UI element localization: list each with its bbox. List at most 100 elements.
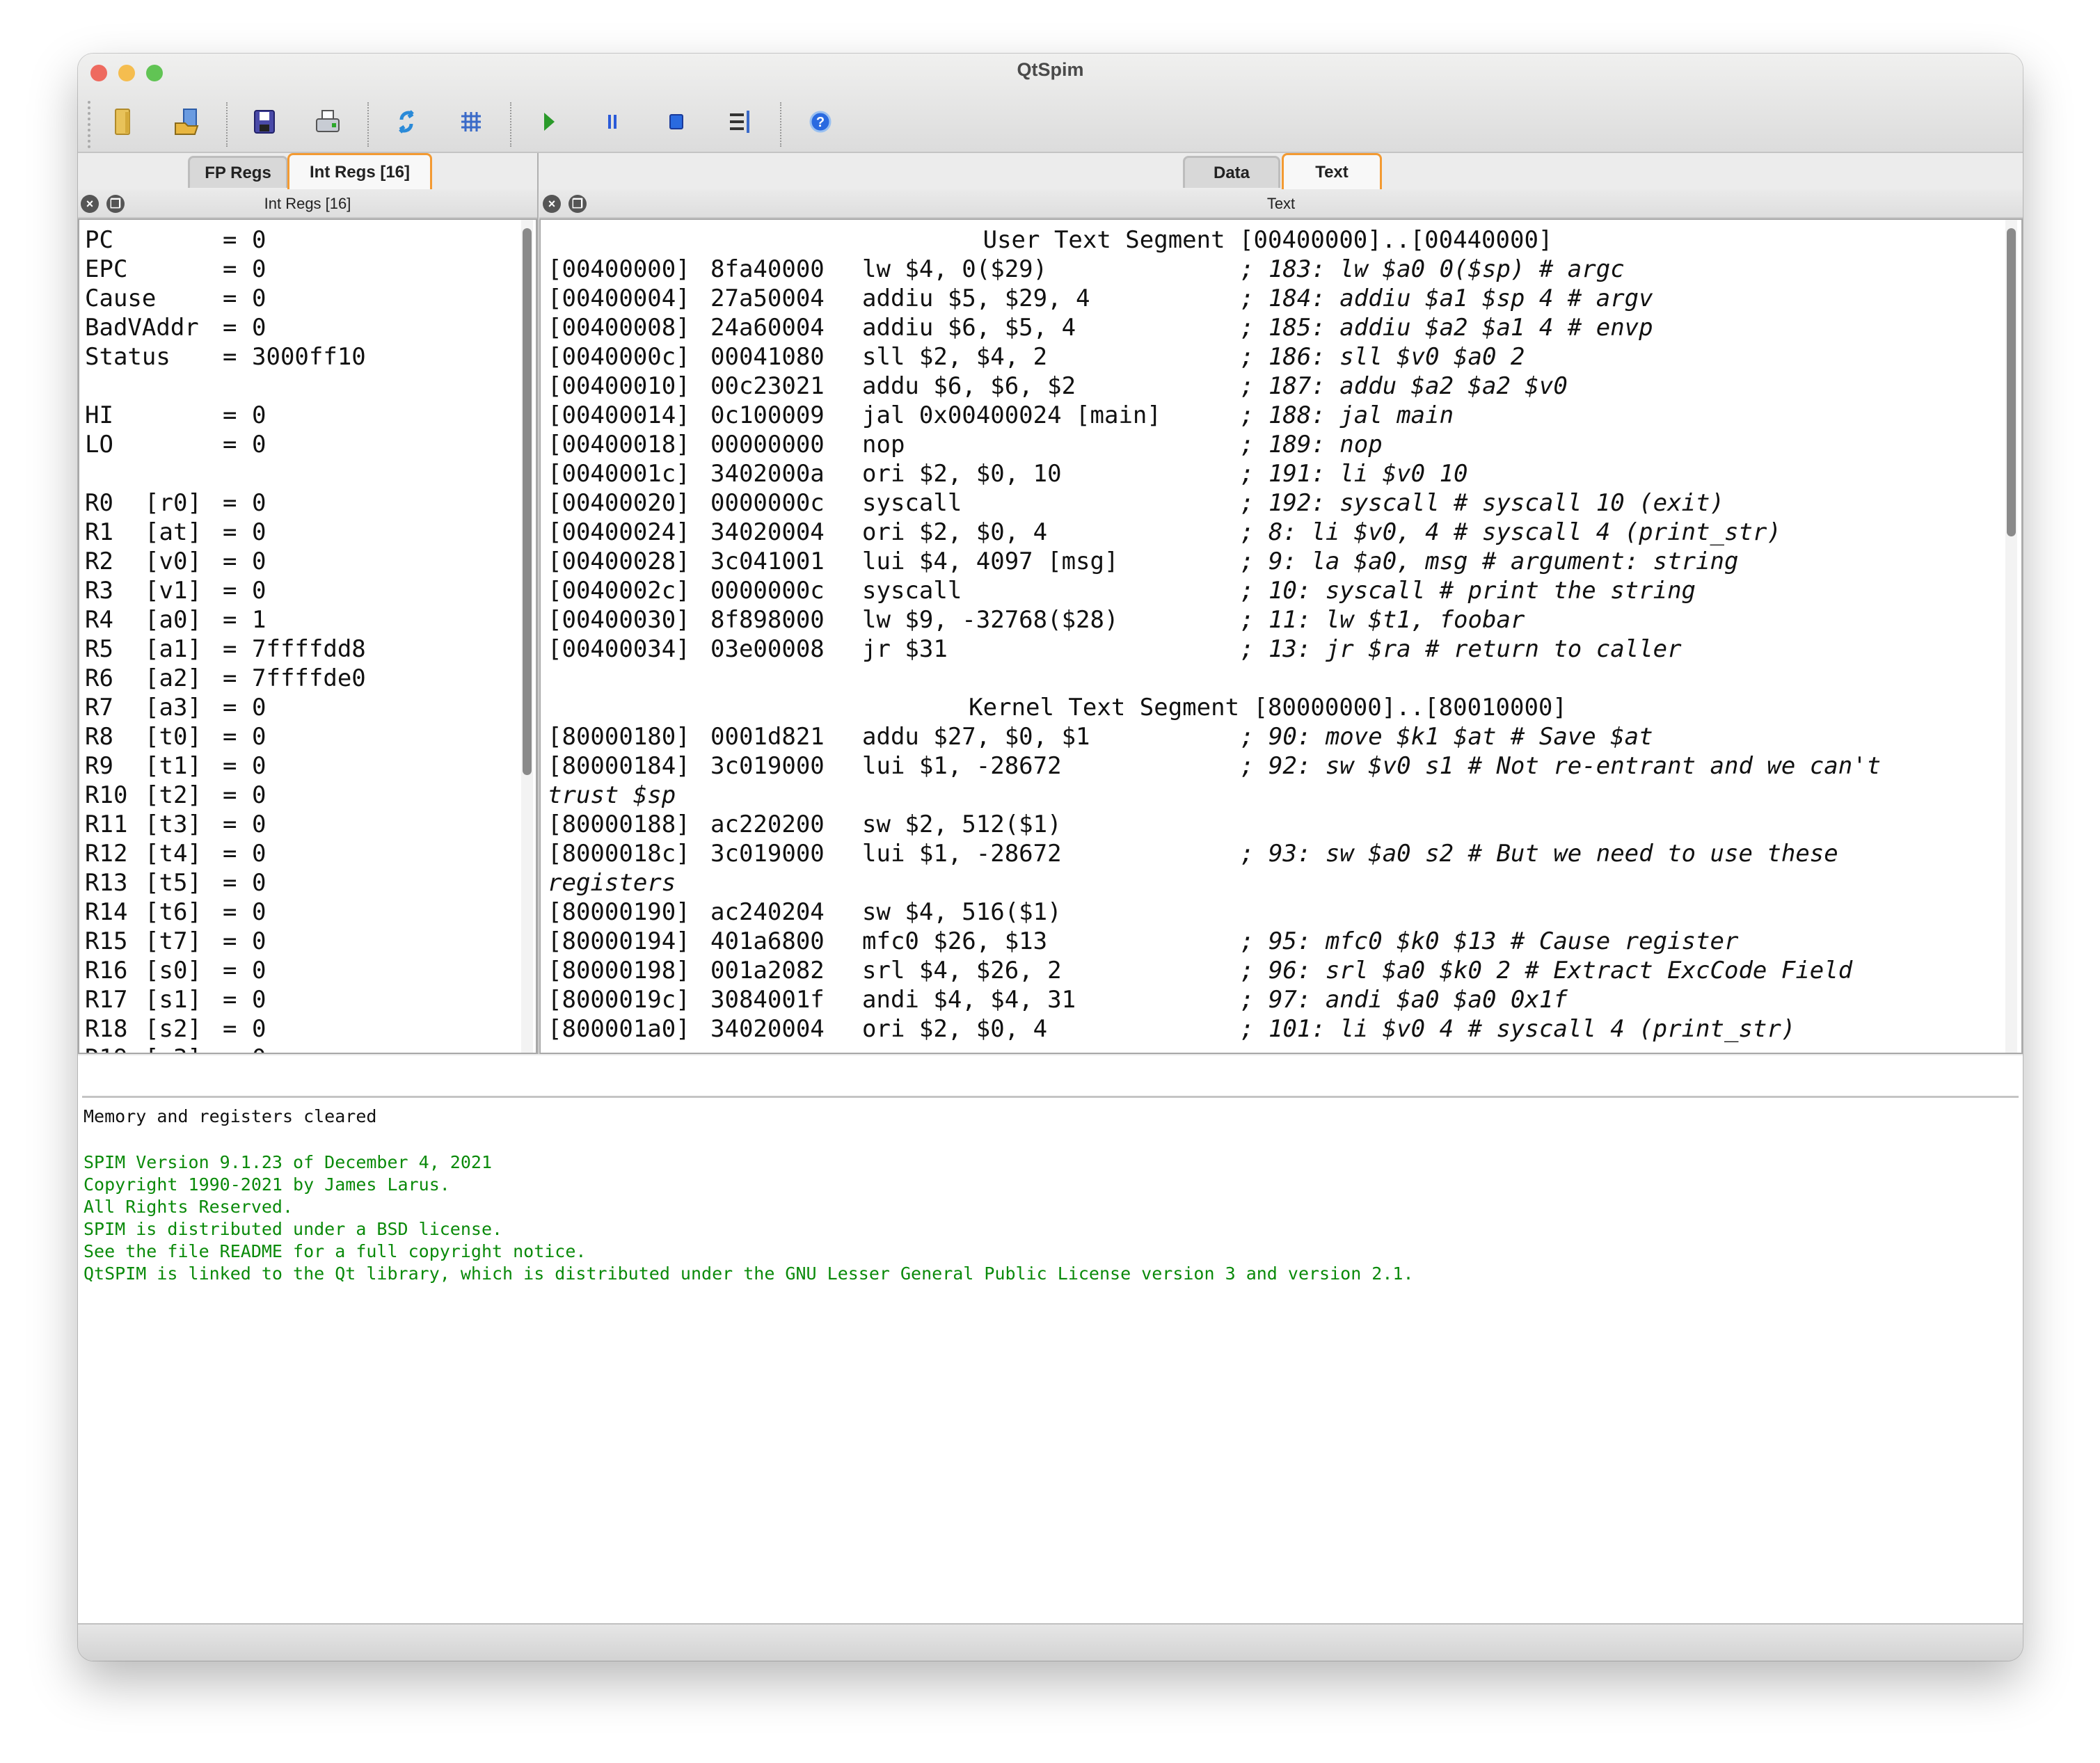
source-comment: ; 9: la $a0, msg # argument: string (1240, 548, 1739, 575)
register-equals: = (223, 869, 237, 897)
stop-icon[interactable] (662, 108, 690, 136)
register-row: R11 [t3] = 0 (79, 810, 518, 839)
help-icon[interactable]: ? (806, 108, 834, 136)
register-row: R3 [v1] = 0 (79, 576, 518, 605)
scrollbar-thumb[interactable] (2007, 228, 2016, 536)
text-line[interactable]: [00400020] 0000000c syscall ; 192: syscall … (541, 488, 1995, 518)
single-step-icon[interactable] (726, 108, 754, 136)
register-equals: = (223, 577, 237, 605)
tab-fp-regs[interactable]: FP Regs (188, 156, 288, 188)
tab-data[interactable]: Data (1183, 156, 1280, 188)
register-row: R18 [s2] = 0 (79, 1014, 518, 1044)
instruction-code: addu $27, $0, $1 (862, 723, 1090, 751)
register-name: R14 (85, 898, 128, 926)
instruction-hex: 3c041001 (710, 548, 825, 575)
register-value: 0 (252, 314, 267, 342)
load-file-icon[interactable] (109, 108, 137, 136)
tab-int-regs[interactable]: Int Regs [16] (287, 153, 432, 189)
text-line[interactable]: [800001a0] 34020004 ori $2, $0, 4 ; 101: li… (541, 1014, 1995, 1044)
register-name: R6 (85, 664, 113, 692)
register-alias: [t2] (145, 781, 202, 809)
text-line[interactable]: [80000194] 401a6800 mfc0 $26, $13 ; 95: mfc… (541, 927, 1995, 956)
register-equals: = (223, 314, 237, 342)
register-name: R7 (85, 694, 113, 721)
register-value: 0 (252, 1015, 267, 1043)
register-row: PC = 0 (79, 225, 518, 255)
register-name: LO (85, 431, 113, 458)
register-name: R16 (85, 957, 128, 984)
text-line[interactable]: [0040000c] 00041080 sll $2, $4, 2 ; 186: sl… (541, 342, 1995, 372)
text-line[interactable]: [00400030] 8f898000 lw $9, -32768($28) ; 11… (541, 605, 1995, 635)
source-comment: ; 93: sw $a0 s2 # But we need to use the… (1240, 840, 1838, 868)
register-name: Status (85, 343, 170, 371)
reinitialize-load-icon[interactable] (173, 108, 200, 136)
text-line[interactable]: [8000019c] 3084001f andi $4, $4, 31 ; 97: a… (541, 985, 1995, 1014)
text-line[interactable]: [00400024] 34020004 ori $2, $0, 4 ; 8: li $… (541, 518, 1995, 547)
text-line[interactable]: [80000188] ac220200 sw $2, 512($1) (541, 810, 1995, 839)
text-line[interactable]: [00400004] 27a50004 addiu $5, $29, 4 ; 184:… (541, 284, 1995, 313)
toolbar-grip[interactable] (88, 101, 90, 148)
clear-registers-icon[interactable] (457, 108, 485, 136)
save-log-icon[interactable] (250, 108, 278, 136)
pause-icon[interactable] (598, 108, 626, 136)
text-line[interactable]: [00400018] 00000000 nop ; 189: nop (541, 430, 1995, 459)
register-value: 3000ff10 (252, 343, 366, 371)
register-equals: = (223, 489, 237, 517)
scrollbar-thumb[interactable] (523, 228, 532, 775)
instruction-hex: 24a60004 (710, 314, 825, 342)
register-alias: [r0] (145, 489, 202, 517)
tab-text[interactable]: Text (1282, 153, 1382, 189)
text-line[interactable]: [80000180] 0001d821 addu $27, $0, $1 ; 90: … (541, 722, 1995, 751)
register-equals: = (223, 927, 237, 955)
instruction-address: [80000190] (548, 898, 690, 926)
register-value: 0 (252, 489, 267, 517)
register-alias: [s2] (145, 1015, 202, 1043)
register-name: R9 (85, 752, 113, 780)
text-line[interactable]: [80000184] 3c019000 lui $1, -28672 ; 92: sw… (541, 751, 1995, 781)
text-line[interactable]: [00400014] 0c100009 jal 0x00400024 [main];… (541, 401, 1995, 430)
pane-splitter[interactable] (537, 153, 539, 1054)
text-line[interactable]: [00400008] 24a60004 addiu $6, $5, 4 ; 185: … (541, 313, 1995, 342)
banner-line: SPIM is distributed under a BSD license. (83, 1219, 503, 1239)
instruction-hex: 34020004 (710, 1015, 825, 1043)
print-icon[interactable] (314, 108, 342, 136)
instruction-code: andi $4, $4, 31 (862, 986, 1076, 1014)
instruction-code: syscall (862, 489, 962, 517)
dock-title: Text (1266, 195, 1296, 212)
text-line[interactable]: [0040002c] 0000000c syscall ; 10: syscall #… (541, 576, 1995, 605)
register-name: BadVAddr (85, 314, 199, 342)
text-line[interactable]: [00400010] 00c23021 addu $6, $6, $2 ; 187: … (541, 372, 1995, 401)
text-line[interactable]: [00400000] 8fa40000 lw $4, 0($29) ; 183: lw… (541, 255, 1995, 284)
register-row: Status = 3000ff10 (79, 342, 518, 372)
text-line[interactable]: [00400028] 3c041001 lui $4, 4097 [msg] ; 9:… (541, 547, 1995, 576)
text-line[interactable]: [80000198] 001a2082 srl $4, $26, 2 ; 96: sr… (541, 956, 1995, 985)
text-line[interactable]: [0040001c] 3402000a ori $2, $0, 10 ; 191: l… (541, 459, 1995, 488)
text-dock-titlebar: × ❐ Text (539, 189, 2023, 218)
register-value: 0 (252, 431, 267, 458)
text-line[interactable]: [8000018c] 3c019000 lui $1, -28672 ; 93: sw… (541, 839, 1995, 868)
source-comment: ; 96: srl $a0 $k0 2 # Extract ExcCode Fi… (1240, 957, 1853, 984)
register-row: R4 [a0] = 1 (79, 605, 518, 635)
register-row: R15 [t7] = 0 (79, 927, 518, 956)
text-line[interactable]: [00400034] 03e00008 jr $31 ; 13: jr $ra # r… (541, 635, 1995, 664)
console-messages: Memory and registers cleared SPIM Versio… (78, 1055, 2023, 1623)
run-icon[interactable] (535, 108, 563, 136)
register-value: 0 (252, 781, 267, 809)
reinitialize-icon[interactable] (392, 108, 420, 136)
register-equals: = (223, 957, 237, 984)
instruction-hex: 0000000c (710, 489, 825, 517)
register-name: R18 (85, 1015, 128, 1043)
text-line: trust $sp (541, 781, 1995, 810)
text-scrollbar[interactable] (2005, 220, 2017, 1053)
instruction-hex: 00041080 (710, 343, 825, 371)
registers-scrollbar[interactable] (521, 220, 533, 1053)
source-comment: ; 13: jr $ra # return to caller (1240, 635, 1682, 663)
qtspim-window: QtSpim ? FP Regs Int Regs [16] Data Text… (78, 54, 2023, 1661)
source-comment: ; 101: li $v0 4 # syscall 4 (print_str) (1240, 1015, 1796, 1043)
source-comment: ; 186: sll $v0 $a0 2 (1240, 343, 1525, 371)
register-name: R5 (85, 635, 113, 663)
text-line[interactable]: [80000190] ac240204 sw $4, 516($1) (541, 898, 1995, 927)
instruction-hex: 0c100009 (710, 401, 825, 429)
register-equals: = (223, 811, 237, 838)
register-row: R0 [r0] = 0 (79, 488, 518, 518)
